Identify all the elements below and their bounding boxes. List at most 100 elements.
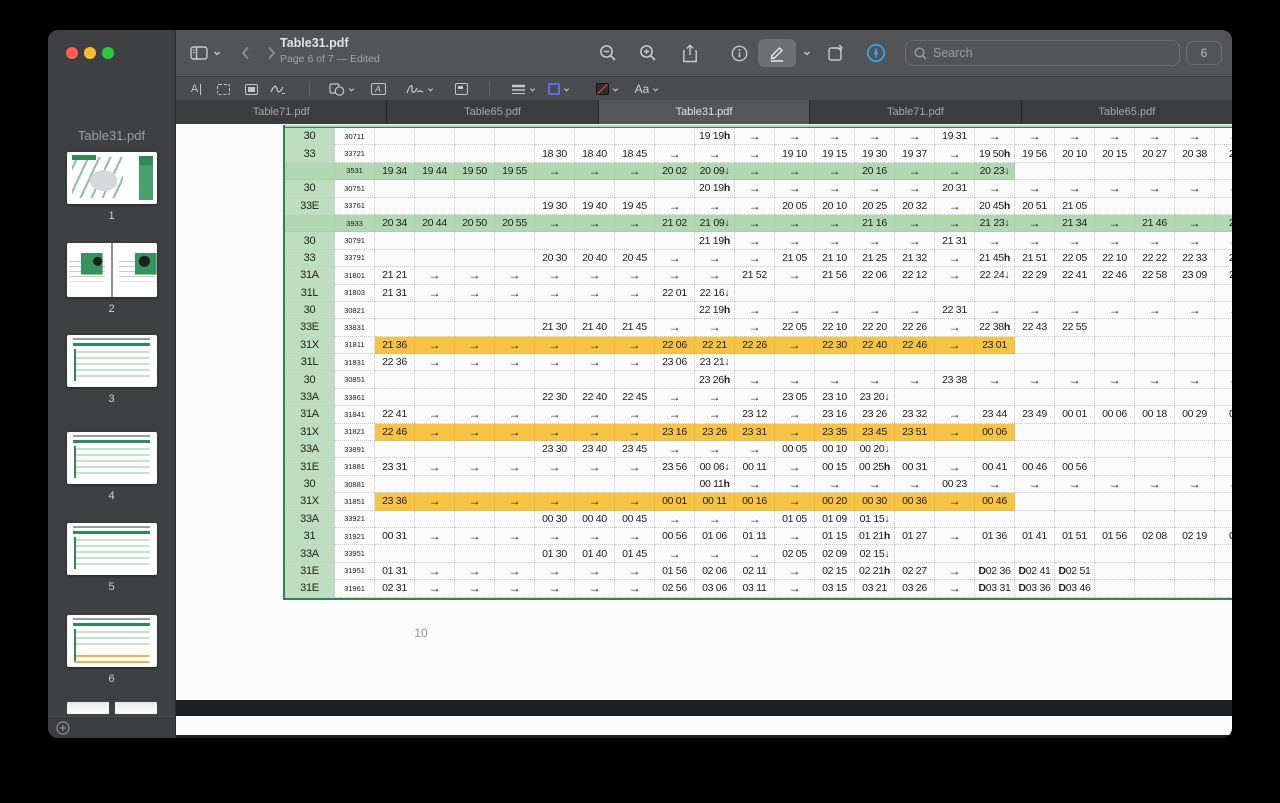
page-thumbnail-7-partial[interactable] [67,702,157,714]
text-style-tool[interactable]: Aa [628,79,666,99]
time-cell: → [1135,232,1175,249]
time-cell: → [415,424,455,441]
back-button[interactable] [234,39,256,67]
tab-table65-pdf[interactable]: Table65.pdf [1022,100,1232,124]
page-thumbnail-4[interactable] [67,432,157,484]
time-cell [495,198,535,215]
time-cell [935,441,975,458]
time-cell [1055,354,1095,371]
markup-button[interactable] [758,39,796,67]
time-cell: → [455,563,495,580]
route-cell: 33A [285,545,335,562]
time-cell: 01 27 [895,528,935,545]
window-title: Table31.pdf [280,36,380,50]
sign-tool[interactable] [402,79,438,99]
time-cell: D02 51 [1055,563,1095,580]
border-color-tool[interactable] [542,79,576,99]
time-cell: 20 32 [895,198,935,215]
share-button[interactable] [676,39,704,67]
text-box-tool[interactable]: A [367,79,389,99]
shape-style-tool[interactable] [506,79,540,99]
time-cell: → [1055,476,1095,493]
sketch-tool[interactable] [267,79,289,99]
tab-table65-pdf[interactable]: Table65.pdf [387,100,598,124]
time-cell: → [415,458,455,475]
page-thumbnail-6[interactable] [67,615,157,667]
time-cell [455,511,495,528]
tab-table71-pdf[interactable]: Table71.pdf [810,100,1021,124]
zoom-button[interactable] [102,47,114,59]
tab-table31-pdf[interactable]: Table31.pdf [599,100,810,124]
time-cell [535,128,575,145]
time-cell: → [975,371,1015,388]
page-thumbnail-2[interactable] [67,243,157,297]
time-cell [495,389,535,406]
zoom-out-button[interactable] [594,39,622,67]
time-cell: 23 06 [655,354,695,371]
time-cell: → [1015,180,1055,197]
time-cell [1135,198,1175,215]
page-number-badge[interactable]: 6 [1186,41,1222,65]
route-cell: 33A [285,511,335,528]
tab-label: Table65.pdf [464,106,521,118]
autofill-button[interactable] [862,39,890,67]
time-cell [1175,337,1215,354]
thumbnail-page-number: 3 [48,393,175,405]
time-cell: 00 23 [935,476,975,493]
time-cell: → [735,302,775,319]
add-page-icon[interactable] [56,721,70,735]
time-cell: → [1095,371,1135,388]
time-cell [495,319,535,336]
tab-table71-pdf[interactable]: Table71.pdf [176,100,387,124]
page-thumbnail-3[interactable] [67,335,157,387]
time-cell: → [815,163,855,180]
time-cell: 02 06 [695,563,735,580]
shapes-tool[interactable] [325,79,359,99]
time-cell: 00 [1215,406,1232,423]
dashed-rect-icon [217,84,230,95]
chevron-down-icon [529,86,536,93]
page-thumbnail-5[interactable] [67,523,157,575]
time-cell: → [575,337,615,354]
sidebar-toggle-button[interactable] [186,39,224,67]
rectangular-selection-tool[interactable] [212,79,234,99]
shapes-icon [329,83,345,96]
markup-options-button[interactable] [800,39,814,67]
time-cell [1215,563,1232,580]
info-button[interactable] [725,39,753,67]
time-cell: 22 58 [1135,267,1175,284]
search-input[interactable]: Search [905,40,1180,66]
run-number-cell: 33861 [335,389,375,406]
time-cell: → [1055,180,1095,197]
time-cell: → [655,250,695,267]
time-cell: 02 27 [895,563,935,580]
timetable-row: 303079121 19h→→→→→21 31→→→→→→→ [285,232,1232,249]
close-button[interactable] [66,47,78,59]
time-cell [895,285,935,302]
time-cell: 20 19h [695,180,735,197]
time-cell [415,250,455,267]
time-cell: 22 19h [695,302,735,319]
time-cell: → [575,406,615,423]
run-number-cell: 31811 [335,337,375,354]
time-cell: D02 36 [975,563,1015,580]
forward-button[interactable] [260,39,282,67]
time-cell: → [615,337,655,354]
page-thumbnail-1[interactable] [67,152,157,204]
time-cell: 22 40 [575,389,615,406]
note-tool[interactable] [450,79,472,99]
time-cell: 23 09 [1175,267,1215,284]
minimize-button[interactable] [84,47,96,59]
fill-color-tool[interactable] [590,79,624,99]
time-cell: 22 26 [735,337,775,354]
redact-tool[interactable] [240,79,262,99]
chevron-down-icon [563,86,570,93]
zoom-in-button[interactable] [634,39,662,67]
sidebar-doc-title: Table31.pdf [48,128,175,143]
text-selection-tool[interactable]: A [185,79,207,99]
time-cell: → [615,528,655,545]
run-number-cell: 33951 [335,545,375,562]
rotate-button[interactable] [822,39,850,67]
time-cell: → [535,406,575,423]
time-cell [415,511,455,528]
